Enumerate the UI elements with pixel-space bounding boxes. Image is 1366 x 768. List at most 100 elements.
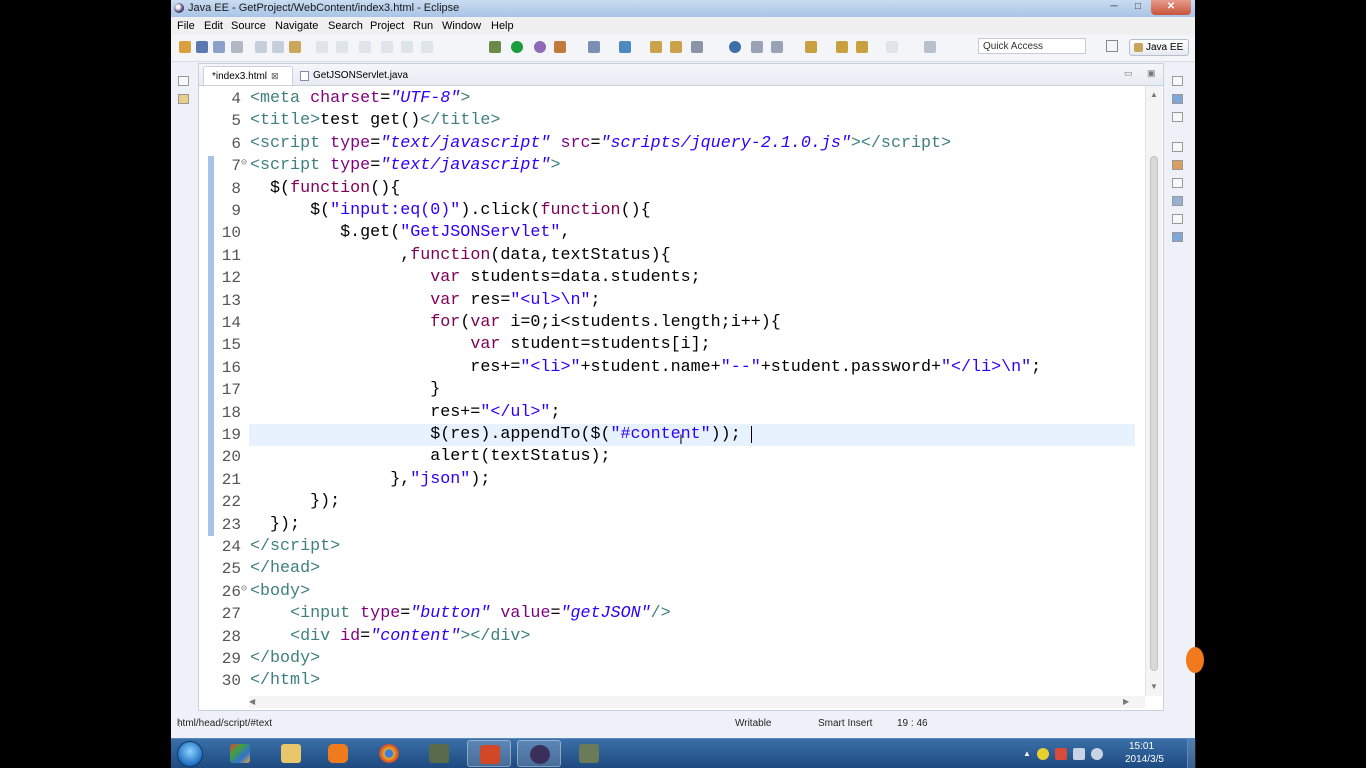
volume-icon[interactable] [1091, 748, 1103, 760]
data-source-icon[interactable] [1172, 214, 1183, 224]
code-line[interactable]: 20 alert(textStatus); [199, 446, 1145, 468]
vertical-scrollbar[interactable]: ▲ ▼ [1145, 86, 1162, 696]
tab-index3-html[interactable]: *index3.html ⊠ [203, 66, 293, 85]
code-line[interactable]: 14 for(var i=0;i<students.length;i++){ [199, 312, 1145, 334]
task-list-icon[interactable] [1172, 112, 1183, 122]
scroll-up-arrow[interactable]: ▲ [1150, 90, 1158, 99]
code-line[interactable]: 7 ⊖ <script type="text/javascript"> [199, 155, 1145, 177]
taskbar-chrome[interactable] [367, 740, 411, 767]
suspend-icon[interactable] [381, 41, 393, 53]
code-line[interactable]: 12 var students=data.students; [199, 267, 1145, 289]
taskbar-app[interactable] [218, 740, 262, 767]
menu-run[interactable]: Run [413, 20, 433, 32]
code-line[interactable]: 5 <title>test get()</title> [199, 110, 1145, 132]
menu-project[interactable]: Project [370, 20, 404, 32]
back-history-icon[interactable] [856, 41, 868, 53]
code-line[interactable]: 22 }); [199, 491, 1145, 513]
maximize-button[interactable]: □ [1127, 0, 1149, 15]
project-explorer-icon[interactable] [178, 94, 189, 104]
code-line[interactable]: 25 </head> [199, 558, 1145, 580]
print-icon[interactable] [231, 41, 243, 53]
code-line[interactable]: 13 var res="<ul>\n"; [199, 290, 1145, 312]
minimize-button[interactable]: ─ [1103, 0, 1125, 15]
external-tools-icon[interactable] [534, 41, 546, 53]
code-line[interactable]: 9 $("input:eq(0)").click(function(){ [199, 200, 1145, 222]
servers-icon[interactable] [1172, 196, 1183, 206]
undo-icon[interactable] [316, 41, 328, 53]
taskbar-powerpoint[interactable] [467, 740, 511, 767]
step-icon[interactable] [359, 41, 371, 53]
open-folder-icon[interactable] [670, 41, 682, 53]
code-line[interactable]: 28 <div id="content"></div> [199, 626, 1145, 648]
code-editor[interactable]: 4 <meta charset="UTF-8"> 5 <title>test get(… [199, 86, 1145, 696]
scroll-down-arrow[interactable]: ▼ [1150, 682, 1158, 691]
code-line[interactable]: 24 </script> [199, 536, 1145, 558]
code-line[interactable]: 11 ,function(data,textStatus){ [199, 245, 1145, 267]
taskbar-media-player[interactable] [316, 740, 360, 767]
fold-toggle-icon[interactable]: ⊖ [241, 153, 247, 175]
restore-view-icon[interactable] [1172, 76, 1183, 86]
action-center-icon[interactable] [1055, 748, 1067, 760]
outline-icon[interactable] [1172, 94, 1183, 104]
code-line[interactable]: 8 $(function(){ [199, 178, 1145, 200]
show-hidden-icons-arrow[interactable]: ▲ [1023, 749, 1035, 761]
save-icon[interactable] [196, 41, 208, 53]
restore-icon[interactable] [178, 76, 189, 86]
restore-bottom-icon[interactable] [1172, 142, 1183, 152]
taskbar-terminal[interactable] [417, 740, 461, 767]
new-icon[interactable] [179, 41, 191, 53]
taskbar-explorer[interactable] [269, 740, 313, 767]
console-icon[interactable] [1172, 232, 1183, 242]
back-icon[interactable] [836, 41, 848, 53]
show-desktop-button[interactable] [1187, 739, 1196, 768]
new-project-icon[interactable] [619, 41, 631, 53]
menu-help[interactable]: Help [491, 20, 514, 32]
code-line[interactable]: 16 res+="<li>"+student.name+"--"+student… [199, 357, 1145, 379]
taskbar-app-2[interactable] [567, 740, 611, 767]
cut-icon[interactable] [255, 41, 267, 53]
markers-icon[interactable] [1172, 160, 1183, 170]
quick-access-input[interactable]: Quick Access [978, 38, 1086, 54]
start-button[interactable] [177, 741, 203, 767]
code-line[interactable]: 4 <meta charset="UTF-8"> [199, 88, 1145, 110]
code-line[interactable]: 21 },"json"); [199, 469, 1145, 491]
new-server-icon[interactable] [588, 41, 600, 53]
terminate-icon[interactable] [401, 41, 413, 53]
network-icon[interactable] [1073, 748, 1085, 760]
menu-search[interactable]: Search [328, 20, 363, 32]
scroll-right-arrow[interactable]: ▶ [1123, 697, 1129, 706]
scroll-left-arrow[interactable]: ◀ [249, 697, 255, 706]
last-edit-icon[interactable] [805, 41, 817, 53]
disconnect-icon[interactable] [421, 41, 433, 53]
pin-editor-icon[interactable] [924, 41, 936, 53]
taskbar-eclipse[interactable] [517, 740, 561, 767]
tab-getjsonservlet-java[interactable]: GetJSONServlet.java [299, 66, 409, 85]
code-line[interactable]: 23 }); [199, 514, 1145, 536]
recorder-handle[interactable] [1186, 647, 1204, 673]
code-line[interactable]: 10 $.get("GetJSONServlet", [199, 222, 1145, 244]
paste-icon[interactable] [289, 41, 301, 53]
web-browser-icon[interactable] [729, 41, 741, 53]
code-line[interactable]: 26 ⊖ <body> [199, 581, 1145, 603]
save-all-icon[interactable] [213, 41, 225, 53]
menu-source[interactable]: Source [231, 20, 266, 32]
properties-icon[interactable] [1172, 178, 1183, 188]
open-perspective-icon[interactable] [1106, 40, 1118, 52]
code-line[interactable]: 18 res+="</ul>"; [199, 402, 1145, 424]
open-type-icon[interactable] [650, 41, 662, 53]
close-button[interactable]: ✕ [1151, 0, 1191, 15]
menu-navigate[interactable]: Navigate [275, 20, 318, 32]
tray-app-icon[interactable] [1037, 748, 1049, 760]
code-line[interactable]: 6 <script type="text/javascript" src="scr… [199, 133, 1145, 155]
horizontal-scrollbar[interactable]: ◀ ▶ [249, 696, 1145, 708]
fold-toggle-icon[interactable]: ⊖ [241, 579, 247, 601]
run-icon[interactable] [511, 41, 523, 53]
clock-date[interactable]: 2014/3/5 [1125, 754, 1164, 765]
coverage-icon[interactable] [554, 41, 566, 53]
clock-time[interactable]: 15:01 [1129, 741, 1154, 752]
annotation-icon[interactable] [751, 41, 763, 53]
menu-window[interactable]: Window [442, 20, 481, 32]
code-line[interactable]: 30 </html> [199, 670, 1145, 692]
redo-icon[interactable] [336, 41, 348, 53]
forward-icon[interactable] [886, 41, 898, 53]
